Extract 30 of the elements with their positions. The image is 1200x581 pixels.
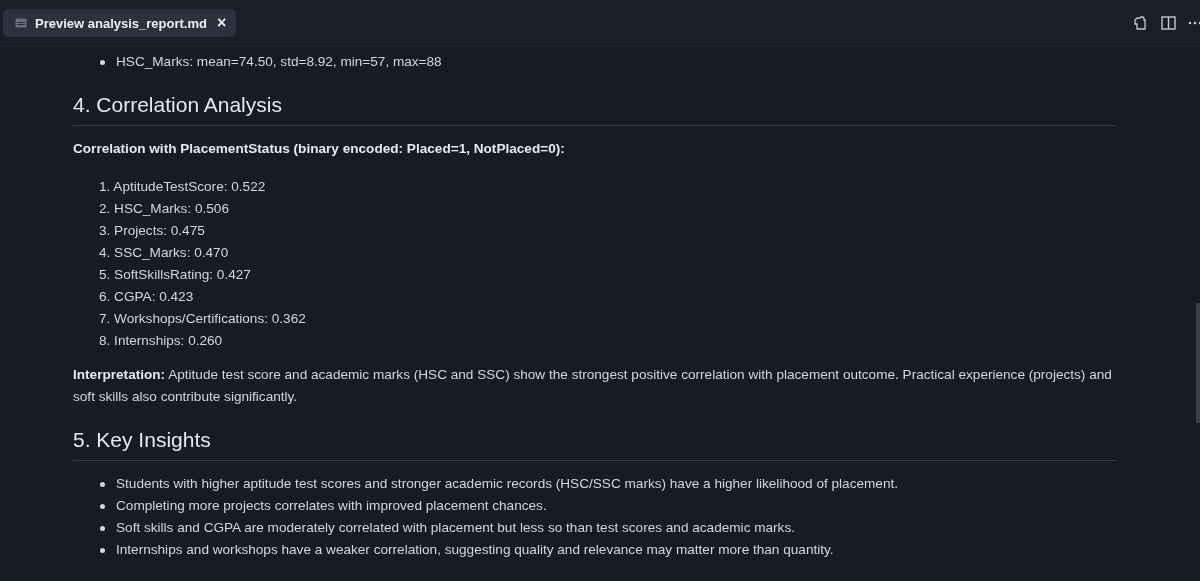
section-heading: 4. Correlation Analysis <box>73 93 1116 126</box>
editor-tab[interactable]: Preview analysis_report.md × <box>3 9 237 37</box>
list-item: 4. SSC_Marks: 0.470 <box>99 245 229 260</box>
scrollbar[interactable] <box>1196 303 1200 423</box>
preview-icon <box>15 18 27 28</box>
tab-title: Preview analysis_report.md <box>35 15 207 31</box>
bullet-icon <box>100 481 105 487</box>
list-item: 8. Internships: 0.260 <box>99 333 223 348</box>
list-item: Soft skills and CGPA are moderately correlated with placement but less so than test scores and academic marks. <box>116 519 795 537</box>
split-editor-icon[interactable] <box>1161 16 1176 30</box>
close-button[interactable]: × <box>215 14 229 32</box>
paragraph: Correlation with PlacementStatus (binary encoded: Placed=1, NotPlaced=0): <box>73 140 566 158</box>
bullet-icon <box>100 525 105 531</box>
list-item: 1. AptitudeTestScore: 0.522 <box>99 179 266 194</box>
bullet-icon <box>100 503 105 509</box>
section-heading: 5. Key Insights <box>73 428 1116 461</box>
list-item: 7. Workshops/Certifications: 0.362 <box>99 311 306 326</box>
list-item: 3. Projects: 0.475 <box>99 223 205 238</box>
list-item: Internships and workshops have a weaker correlation, suggesting quality and relevance may matter more than quantity. <box>116 541 834 559</box>
more-icon[interactable] <box>1188 21 1200 25</box>
list-item: Students with higher aptitude test scores and stronger academic records (HSC/SSC marks) have a higher likelihood of placement. <box>116 475 899 493</box>
open-source-icon[interactable] <box>1133 15 1149 31</box>
paragraph: Interpretation: Aptitude test score and academic marks (HSC and SSC) show the strongest positive correlation with placement outcome. Practical experience (projects) and soft skills also contribute significantly. <box>73 366 1113 406</box>
list-item: Completing more projects correlates with improved placement chances. <box>116 497 547 515</box>
list-item: 2. HSC_Marks: 0.506 <box>99 201 229 216</box>
list-item: 6. CGPA: 0.423 <box>99 289 194 304</box>
list-item: HSC_Marks: mean=74.50, std=8.92, min=57, max=88 <box>116 53 442 71</box>
bullet-icon <box>100 547 105 553</box>
list-item: 5. SoftSkillsRating: 0.427 <box>99 267 251 282</box>
bullet-icon <box>100 59 105 65</box>
